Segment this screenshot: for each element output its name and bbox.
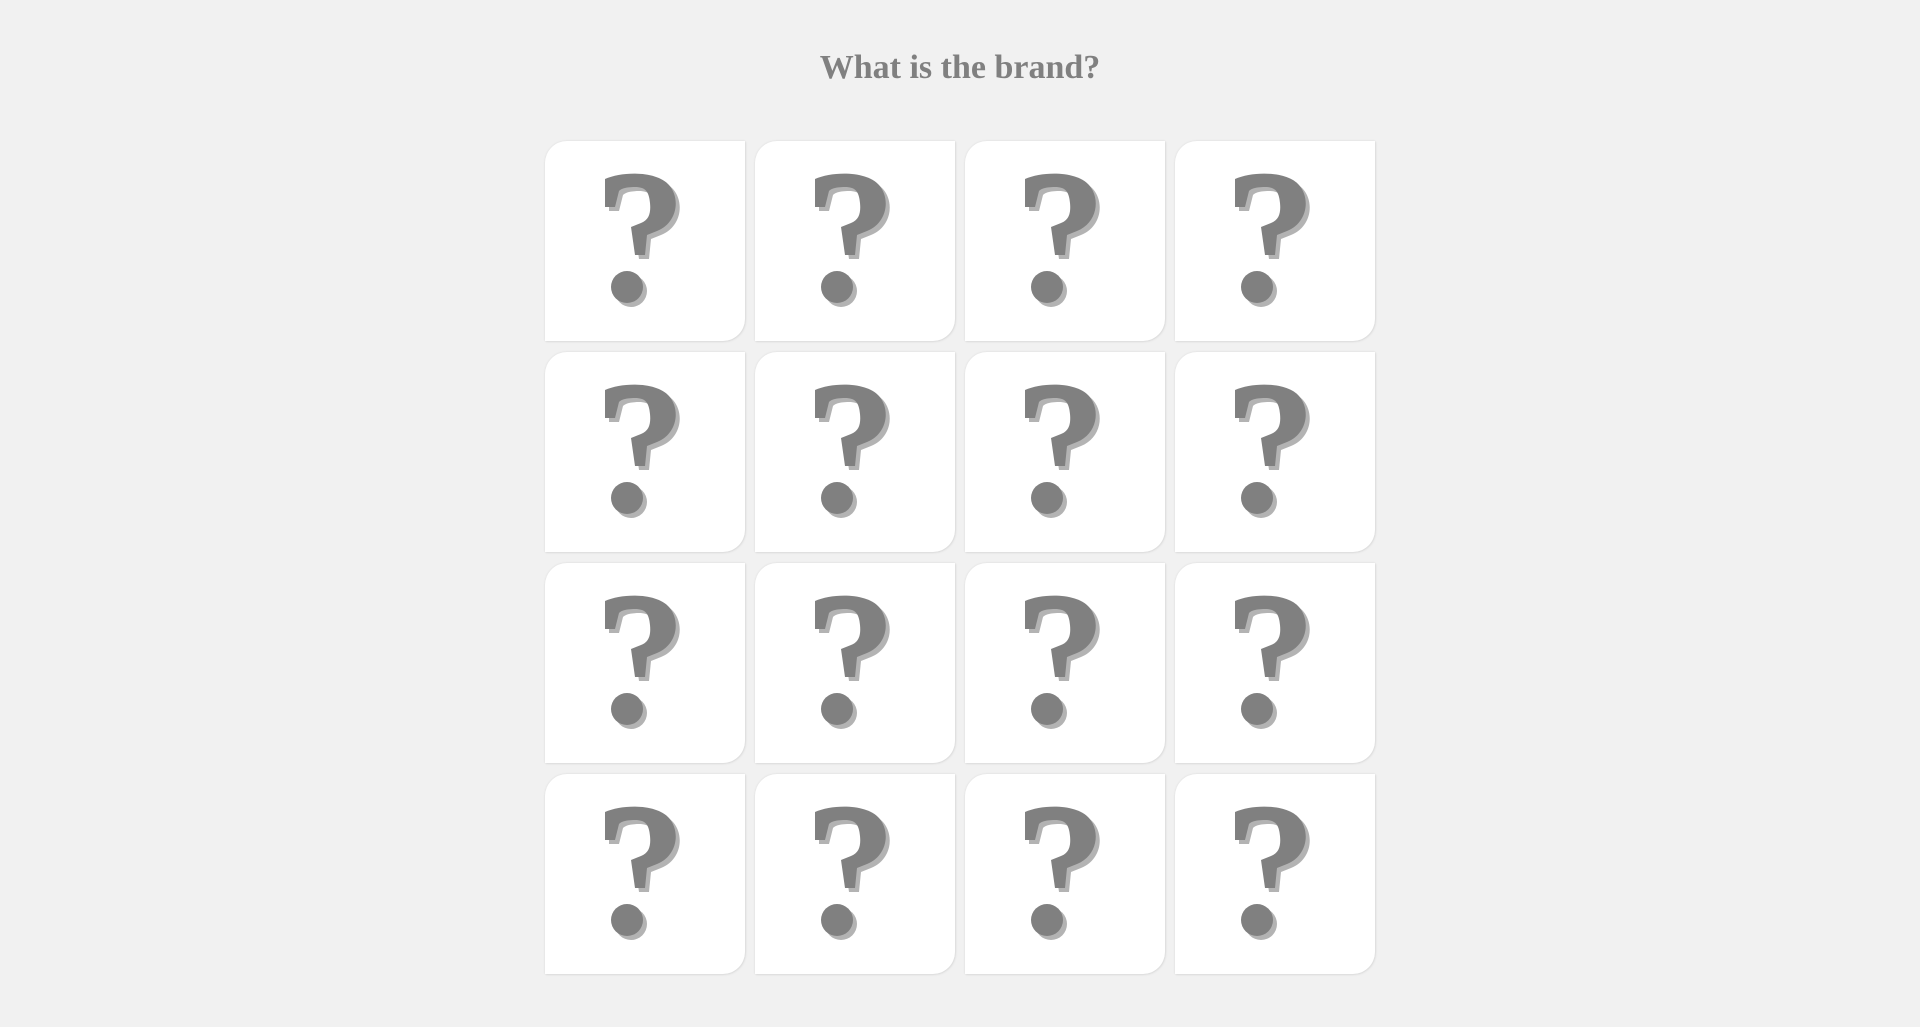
memory-card-13[interactable] [545, 774, 745, 974]
question-mark-icon [815, 173, 890, 307]
memory-card-14[interactable] [755, 774, 955, 974]
memory-card-2[interactable] [755, 141, 955, 341]
memory-card-6[interactable] [755, 352, 955, 552]
memory-card-11[interactable] [965, 563, 1165, 763]
memory-card-7[interactable] [965, 352, 1165, 552]
question-mark-icon [815, 595, 890, 729]
memory-card-10[interactable] [755, 563, 955, 763]
question-mark-icon [815, 806, 890, 940]
question-mark-icon [1025, 173, 1100, 307]
memory-card-8[interactable] [1175, 352, 1375, 552]
card-grid [545, 141, 1376, 974]
memory-card-15[interactable] [965, 774, 1165, 974]
question-mark-icon [605, 384, 680, 518]
question-mark-icon [605, 806, 680, 940]
question-mark-icon [605, 595, 680, 729]
question-mark-icon [605, 173, 680, 307]
game-title: What is the brand? [819, 49, 1101, 86]
question-mark-icon [815, 384, 890, 518]
memory-card-1[interactable] [545, 141, 745, 341]
memory-card-16[interactable] [1175, 774, 1375, 974]
question-mark-icon [1025, 384, 1100, 518]
memory-card-3[interactable] [965, 141, 1165, 341]
question-mark-icon [1025, 595, 1100, 729]
question-mark-icon [1235, 595, 1310, 729]
memory-card-12[interactable] [1175, 563, 1375, 763]
question-mark-icon [1025, 806, 1100, 940]
memory-card-9[interactable] [545, 563, 745, 763]
memory-card-5[interactable] [545, 352, 745, 552]
question-mark-icon [1235, 173, 1310, 307]
question-mark-icon [1235, 806, 1310, 940]
memory-card-4[interactable] [1175, 141, 1375, 341]
question-mark-icon [1235, 384, 1310, 518]
